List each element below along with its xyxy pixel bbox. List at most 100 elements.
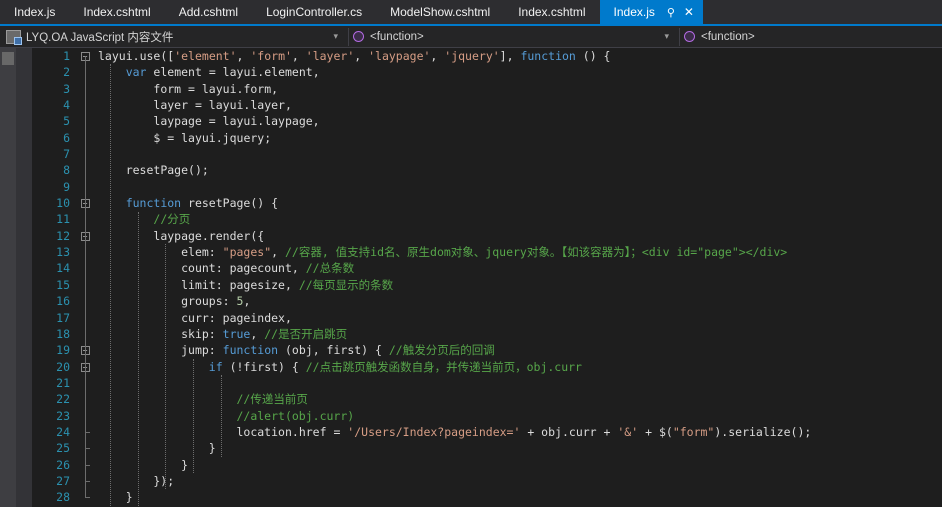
line-number: 28	[56, 490, 70, 505]
editor-tab-add-cshtml[interactable]: Add.cshtml	[164, 0, 253, 24]
editor-tab-index-cshtml-2[interactable]: Index.cshtml	[504, 0, 600, 24]
tab-label: Index.cshtml	[83, 5, 151, 19]
line-number: 24	[56, 424, 70, 439]
code-text[interactable]: layui.use(['element', 'form', 'layer', '…	[94, 48, 942, 64]
code-text[interactable]: //传递当前页	[94, 391, 942, 407]
line-number: 22	[56, 392, 70, 407]
code-surface[interactable]: 1−layui.use(['element', 'form', 'layer',…	[32, 48, 942, 507]
code-line[interactable]: 3 form = layui.form,	[32, 81, 942, 97]
code-line[interactable]: 8 resetPage();	[32, 162, 942, 178]
line-number: 8	[63, 163, 70, 178]
function-icon	[353, 31, 364, 42]
navigation-bar: LYQ.OA JavaScript 内容文件 ▾ <function> ▾ <f…	[0, 26, 942, 48]
code-line[interactable]: 5 laypage = layui.laypage,	[32, 113, 942, 129]
code-text[interactable]: layer = layui.layer,	[94, 97, 942, 113]
editor-tab-index-cshtml-1[interactable]: Index.cshtml	[69, 0, 165, 24]
code-text[interactable]: }	[94, 457, 942, 473]
line-number: 10	[56, 196, 70, 211]
code-text[interactable]: //分页	[94, 211, 942, 227]
line-number: 16	[56, 294, 70, 309]
line-number: 26	[56, 457, 70, 472]
line-number: 23	[56, 408, 70, 423]
navbar-project-dropdown[interactable]: LYQ.OA JavaScript 内容文件 ▾	[0, 26, 348, 47]
code-line[interactable]: 9	[32, 179, 942, 195]
code-text[interactable]: elem: "pages", //容器, 值支持id名、原生dom对象、jque…	[94, 244, 942, 260]
code-text[interactable]: var element = layui.element,	[94, 64, 942, 80]
code-line[interactable]: 28 }	[32, 489, 942, 505]
code-text[interactable]: groups: 5,	[94, 293, 942, 309]
code-text[interactable]: $ = layui.jquery;	[94, 130, 942, 146]
code-text[interactable]: //alert(obj.curr)	[94, 408, 942, 424]
line-number: 5	[63, 114, 70, 129]
code-text[interactable]: jump: function (obj, first) { //触发分页后的回调	[94, 342, 942, 358]
code-text[interactable]: curr: pageindex,	[94, 310, 942, 326]
code-line[interactable]: 22 //传递当前页	[32, 391, 942, 407]
line-number: 27	[56, 473, 70, 488]
code-text[interactable]: laypage.render({	[94, 228, 942, 244]
tab-label: Add.cshtml	[178, 5, 239, 19]
navbar-member-dropdown[interactable]: <function>	[680, 26, 942, 47]
code-line[interactable]: 27 });	[32, 473, 942, 489]
code-line[interactable]: 2 var element = layui.element,	[32, 64, 942, 80]
editor-vertical-scrollbar-left[interactable]	[0, 48, 16, 507]
code-text[interactable]: form = layui.form,	[94, 81, 942, 97]
code-text[interactable]: count: pagecount, //总条数	[94, 260, 942, 276]
code-text[interactable]: skip: true, //是否开启跳页	[94, 326, 942, 342]
code-text[interactable]	[94, 146, 942, 162]
code-line[interactable]: 13 elem: "pages", //容器, 值支持id名、原生dom对象、j…	[32, 244, 942, 260]
code-text[interactable]: }	[94, 440, 942, 456]
editor-tab-logincontroller-cs[interactable]: LoginController.cs	[252, 0, 377, 24]
code-line[interactable]: 17 curr: pageindex,	[32, 310, 942, 326]
line-number: 2	[63, 65, 70, 80]
code-text[interactable]: if (!first) { //点击跳页触发函数自身，并传递当前页，obj.cu…	[94, 359, 942, 375]
scrollbar-thumb[interactable]	[2, 52, 14, 65]
code-text[interactable]	[94, 375, 942, 391]
fold-rail-end	[84, 481, 90, 483]
editor-tab-index-js-1[interactable]: Index.js	[0, 0, 70, 24]
code-line[interactable]: 26 }	[32, 457, 942, 473]
code-text[interactable]	[94, 179, 942, 195]
code-text[interactable]: function resetPage() {	[94, 195, 942, 211]
code-line[interactable]: 7	[32, 146, 942, 162]
code-line[interactable]: 18 skip: true, //是否开启跳页	[32, 326, 942, 342]
code-line[interactable]: 12− laypage.render({	[32, 228, 942, 244]
chevron-down-icon[interactable]: ▾	[664, 32, 669, 41]
navbar-project-label: LYQ.OA JavaScript 内容文件	[26, 31, 174, 44]
line-number: 6	[63, 130, 70, 145]
line-number: 1	[63, 49, 70, 63]
code-line[interactable]: 10− function resetPage() {	[32, 195, 942, 211]
navbar-type-dropdown[interactable]: <function> ▾	[349, 26, 679, 47]
tab-label: Index.js	[613, 5, 655, 19]
code-line[interactable]: 4 layer = layui.layer,	[32, 97, 942, 113]
line-number: 4	[63, 98, 70, 113]
code-text[interactable]: }	[94, 489, 942, 505]
code-editor[interactable]: 1−layui.use(['element', 'form', 'layer',…	[0, 48, 942, 507]
code-line[interactable]: 23 //alert(obj.curr)	[32, 408, 942, 424]
chevron-down-icon[interactable]: ▾	[333, 32, 338, 41]
code-line[interactable]: 25 }	[32, 440, 942, 456]
code-line[interactable]: 1−layui.use(['element', 'form', 'layer',…	[32, 48, 942, 64]
code-line[interactable]: 16 groups: 5,	[32, 293, 942, 309]
code-line-list: 1−layui.use(['element', 'form', 'layer',…	[32, 48, 942, 507]
code-line[interactable]: 6 $ = layui.jquery;	[32, 130, 942, 146]
code-text[interactable]: });	[94, 473, 942, 489]
code-text[interactable]: laypage = layui.laypage,	[94, 113, 942, 129]
code-text[interactable]: resetPage();	[94, 162, 942, 178]
code-line[interactable]: 19− jump: function (obj, first) { //触发分页…	[32, 342, 942, 358]
tab-label: Index.cshtml	[518, 5, 586, 19]
code-text[interactable]: limit: pagesize, //每页显示的条数	[94, 277, 942, 293]
code-line[interactable]: 20− if (!first) { //点击跳页触发函数自身，并传递当前页，ob…	[32, 359, 942, 375]
pin-icon[interactable]: ⚲	[663, 6, 679, 19]
code-text[interactable]: location.href = '/Users/Index?pageindex=…	[94, 424, 942, 440]
code-line[interactable]: 21	[32, 375, 942, 391]
code-line[interactable]: 24 location.href = '/Users/Index?pageind…	[32, 424, 942, 440]
code-line[interactable]: 14 count: pagecount, //总条数	[32, 260, 942, 276]
editor-tab-modelshow-cshtml[interactable]: ModelShow.cshtml	[376, 0, 505, 24]
close-icon[interactable]: ✕	[681, 5, 697, 19]
editor-tab-index-js-active[interactable]: Index.js ⚲ ✕	[599, 0, 703, 24]
code-line[interactable]: 11 //分页	[32, 211, 942, 227]
fold-rail	[84, 366, 86, 433]
code-line[interactable]: 15 limit: pagesize, //每页显示的条数	[32, 277, 942, 293]
line-number: 25	[56, 441, 70, 456]
editor-selection-margin	[16, 48, 32, 507]
